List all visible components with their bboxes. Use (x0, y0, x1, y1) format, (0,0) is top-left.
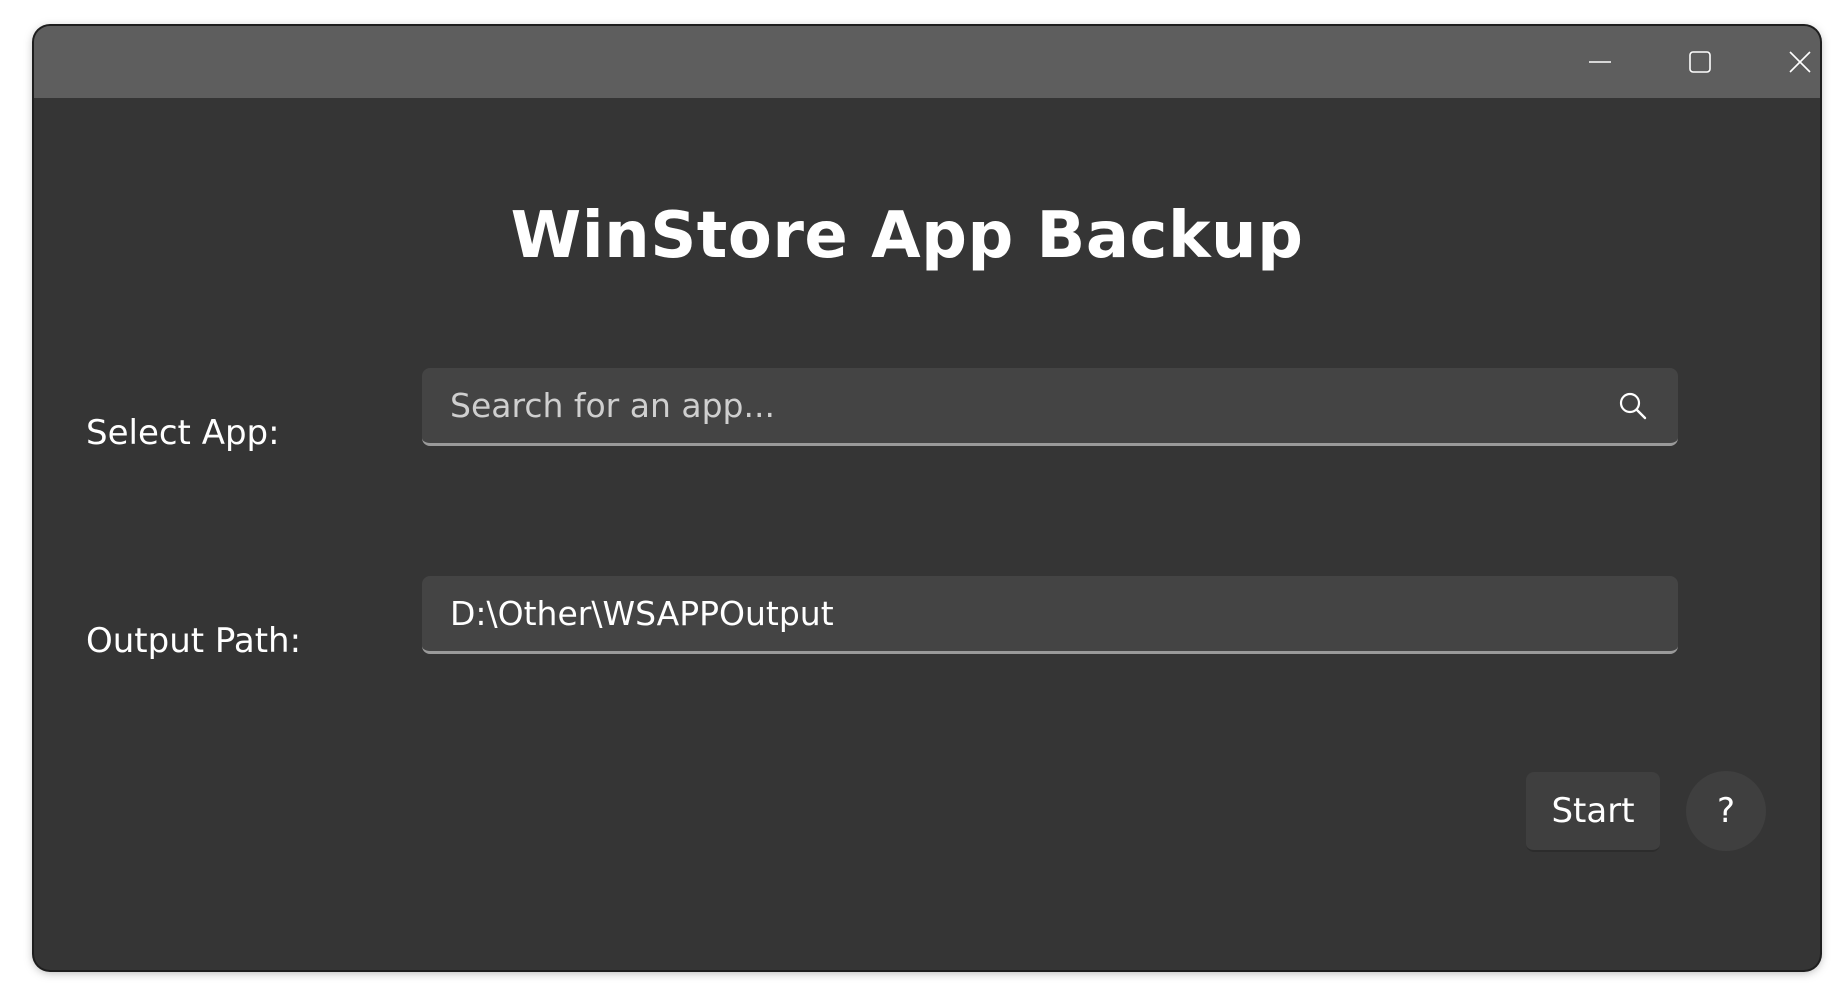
output-path-box[interactable] (422, 576, 1678, 654)
output-path-input[interactable] (422, 576, 1678, 651)
maximize-button[interactable] (1650, 26, 1750, 98)
title-bar[interactable] (34, 26, 1820, 98)
app-window: WinStore App Backup Select App: Output P… (34, 26, 1820, 970)
close-icon (1789, 51, 1811, 73)
maximize-icon (1689, 51, 1711, 73)
minimize-button[interactable] (1550, 26, 1650, 98)
minimize-icon (1589, 61, 1611, 63)
search-icon[interactable] (1618, 391, 1648, 421)
output-path-label: Output Path: (86, 621, 302, 661)
help-button[interactable]: ? (1686, 771, 1766, 851)
page-title: WinStore App Backup (510, 199, 1304, 273)
select-app-box[interactable] (422, 368, 1678, 446)
select-app-label: Select App: (86, 413, 280, 453)
close-button[interactable] (1750, 26, 1820, 98)
app-search-input[interactable] (422, 368, 1678, 443)
start-button[interactable]: Start (1526, 772, 1660, 852)
